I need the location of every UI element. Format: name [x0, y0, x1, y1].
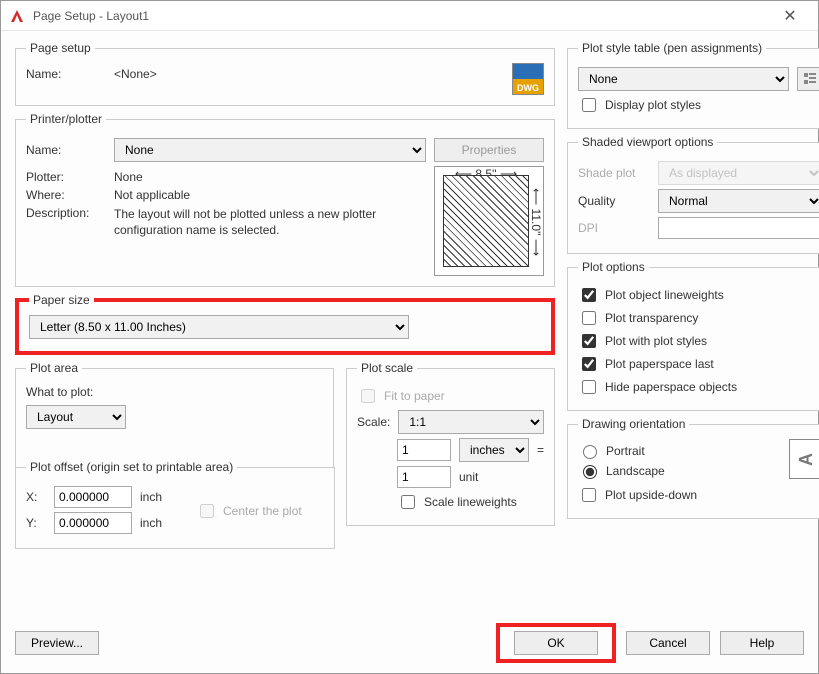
y-input[interactable] — [54, 512, 132, 534]
scale-units-select[interactable]: inches — [459, 438, 529, 462]
shadeplot-select: As displayed — [658, 161, 819, 185]
plot-scale-legend: Plot scale — [357, 361, 417, 375]
preview-button[interactable]: Preview... — [15, 631, 99, 655]
desc-value: The layout will not be plotted unless a … — [114, 206, 414, 238]
printer-group: Printer/plotter Name: None Properties Pl… — [15, 112, 555, 287]
where-label: Where: — [26, 188, 106, 202]
scale-lineweights-label: Scale lineweights — [424, 495, 517, 509]
paper-size-group: Paper size Letter (8.50 x 11.00 Inches) — [15, 293, 555, 355]
ok-button[interactable]: OK — [514, 631, 598, 655]
plot-lineweights-check[interactable] — [582, 288, 596, 302]
display-plot-styles-check[interactable] — [582, 98, 596, 112]
x-label: X: — [26, 490, 46, 504]
opt1-label: Plot object lineweights — [605, 288, 724, 302]
plot-style-table-group: Plot style table (pen assignments) None … — [567, 41, 819, 129]
close-icon[interactable]: ✕ — [770, 6, 810, 26]
upside-down-check[interactable] — [582, 488, 596, 502]
scale-label: Scale: — [357, 415, 390, 429]
printer-name-label: Name: — [26, 143, 106, 157]
y-unit: inch — [140, 516, 162, 530]
unit-label: unit — [459, 470, 478, 484]
plot-with-styles-check[interactable] — [582, 334, 596, 348]
plot-paperspace-last-check[interactable] — [582, 357, 596, 371]
orientation-icon: A — [789, 439, 819, 479]
portrait-label: Portrait — [606, 444, 645, 458]
where-value: Not applicable — [114, 188, 190, 202]
shadeplot-label: Shade plot — [578, 166, 650, 180]
scale-select[interactable]: 1:1 — [398, 410, 544, 434]
display-plot-styles-label: Display plot styles — [605, 98, 701, 112]
quality-select[interactable]: Normal — [658, 189, 819, 213]
printer-select[interactable]: None — [114, 138, 426, 162]
quality-label: Quality — [578, 194, 650, 208]
landscape-label: Landscape — [606, 464, 665, 478]
opt3-label: Plot with plot styles — [605, 334, 707, 348]
paper-preview-icon: ⟵ 8.5'' ⟶ ⟵ 11.0'' ⟶ — [434, 166, 544, 276]
printer-legend: Printer/plotter — [26, 112, 106, 126]
help-button[interactable]: Help — [720, 631, 804, 655]
plot-options-legend: Plot options — [578, 260, 649, 274]
paper-height-dim: ⟵ 11.0'' ⟶ — [529, 179, 543, 265]
style-table-edit-icon[interactable] — [797, 67, 819, 91]
plot-area-legend: Plot area — [26, 361, 82, 375]
plot-scale-group: Plot scale Fit to paper Scale: 1:1 inche… — [346, 361, 555, 526]
titlebar: Page Setup - Layout1 ✕ — [1, 1, 818, 31]
y-label: Y: — [26, 516, 46, 530]
scale-denominator-input[interactable] — [397, 466, 451, 488]
hide-paperspace-check[interactable] — [582, 380, 596, 394]
footer: Preview... OK Cancel Help — [15, 617, 804, 663]
portrait-radio[interactable] — [583, 445, 597, 459]
fit-to-paper-check — [361, 389, 375, 403]
pagesetup-name-label: Name: — [26, 67, 106, 81]
x-unit: inch — [140, 490, 162, 504]
what-to-plot-label: What to plot: — [26, 385, 323, 399]
fit-to-paper-label: Fit to paper — [384, 389, 445, 403]
paper-size-legend: Paper size — [29, 293, 94, 307]
window-title: Page Setup - Layout1 — [33, 9, 770, 23]
plot-offset-group: Plot offset (origin set to printable are… — [15, 460, 335, 549]
page-setup-group: Page setup Name: <None> DWG — [15, 41, 555, 106]
orientation-legend: Drawing orientation — [578, 417, 689, 431]
what-to-plot-select[interactable]: Layout — [26, 405, 126, 429]
pagesetup-name-value: <None> — [114, 67, 157, 81]
plot-style-select[interactable]: None — [578, 67, 789, 91]
equals-label: = — [537, 443, 544, 457]
dpi-input — [658, 217, 819, 239]
scale-numerator-input[interactable] — [397, 439, 451, 461]
landscape-radio[interactable] — [583, 465, 597, 479]
cancel-button[interactable]: Cancel — [626, 631, 710, 655]
plotter-label: Plotter: — [26, 170, 106, 184]
upside-down-label: Plot upside-down — [605, 488, 697, 502]
paper-size-select[interactable]: Letter (8.50 x 11.00 Inches) — [29, 315, 409, 339]
shaded-viewport-group: Shaded viewport options Shade plot As di… — [567, 135, 819, 254]
orientation-group: Drawing orientation Portrait Landscape A… — [567, 417, 819, 519]
plot-style-legend: Plot style table (pen assignments) — [578, 41, 766, 55]
page-setup-dialog: Page Setup - Layout1 ✕ Page setup Name: … — [0, 0, 819, 674]
plot-options-group: Plot options Plot object lineweights Plo… — [567, 260, 819, 411]
page-setup-legend: Page setup — [26, 41, 95, 55]
opt2-label: Plot transparency — [605, 311, 698, 325]
scale-lineweights-check[interactable] — [401, 495, 415, 509]
center-plot-check — [200, 504, 214, 518]
opt4-label: Plot paperspace last — [605, 357, 714, 371]
plot-offset-legend: Plot offset (origin set to printable are… — [26, 460, 237, 474]
properties-button[interactable]: Properties — [434, 138, 544, 162]
plotter-value: None — [114, 170, 143, 184]
autocad-logo-icon — [9, 8, 25, 24]
opt5-label: Hide paperspace objects — [605, 380, 737, 394]
center-plot-label: Center the plot — [223, 504, 302, 518]
desc-label: Description: — [26, 206, 106, 220]
plot-transparency-check[interactable] — [582, 311, 596, 325]
dwg-icon: DWG — [512, 63, 544, 95]
dpi-label: DPI — [578, 221, 650, 235]
x-input[interactable] — [54, 486, 132, 508]
shaded-legend: Shaded viewport options — [578, 135, 717, 149]
